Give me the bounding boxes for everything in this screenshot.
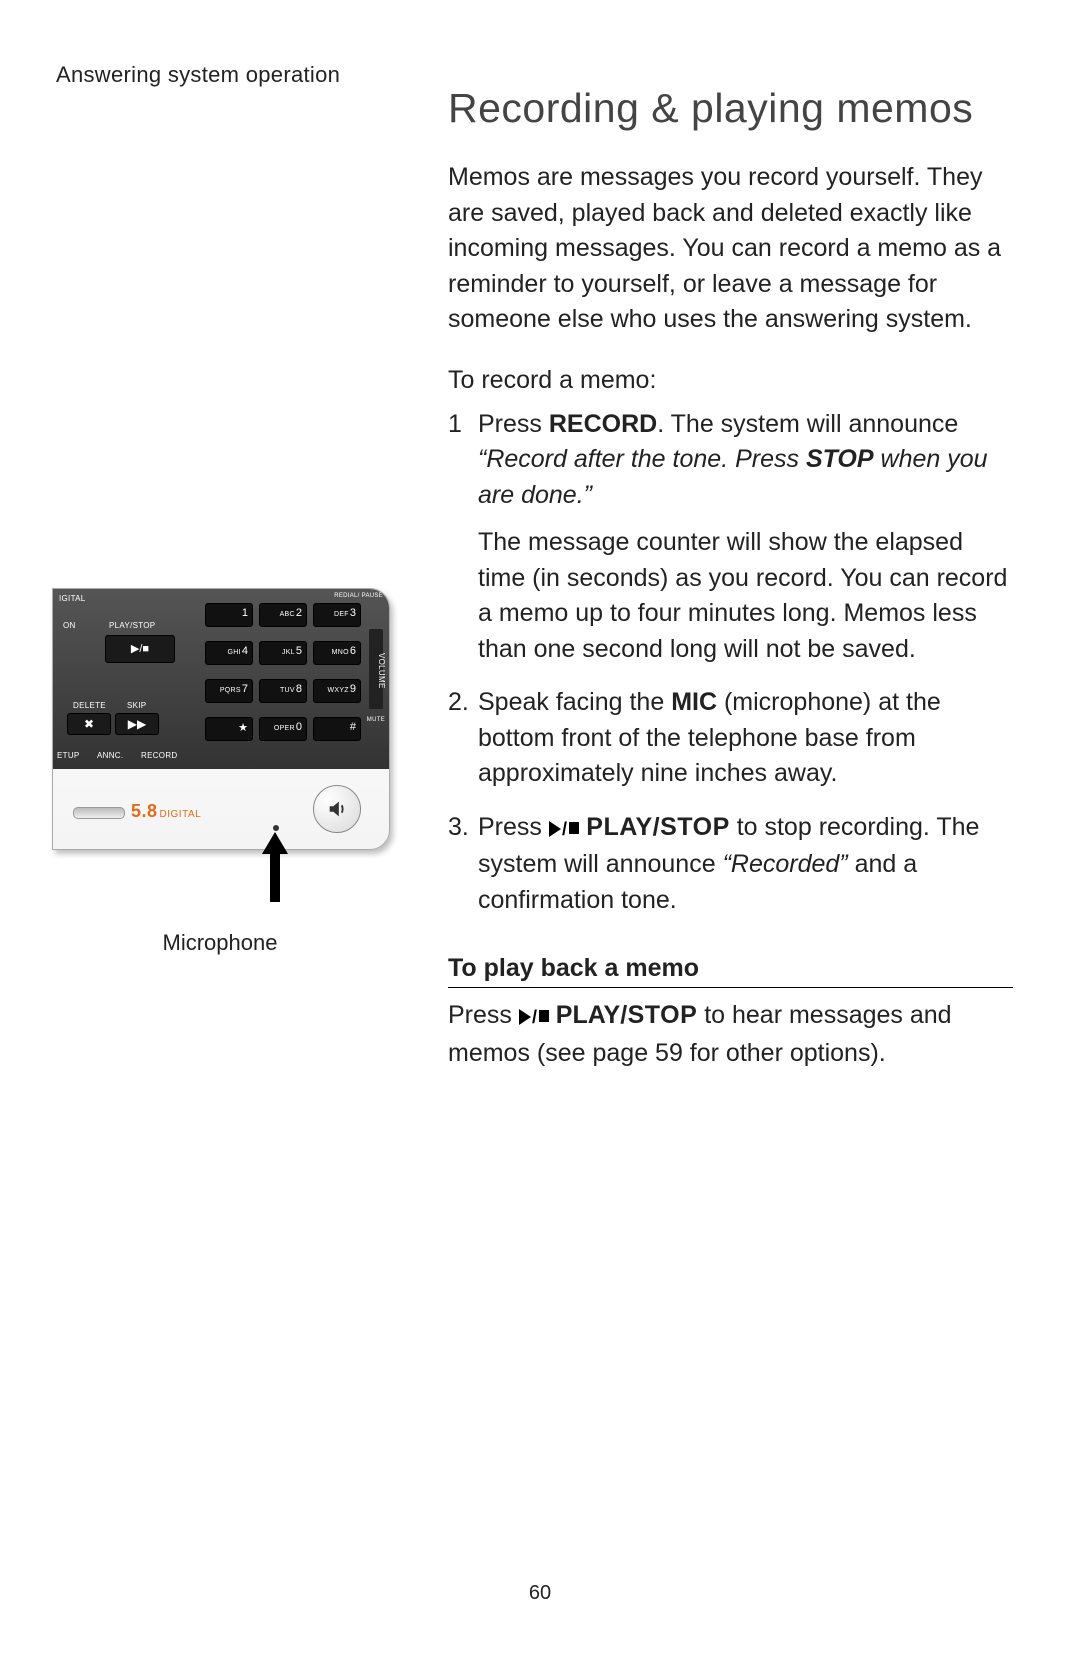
key-star: ★ <box>205 717 253 741</box>
running-head: Answering system operation <box>56 62 340 88</box>
label-on: ON <box>63 621 76 630</box>
label-playstop: PLAY/STOP <box>109 621 155 630</box>
key-8: TUV8 <box>259 679 307 703</box>
arrow-icon <box>262 832 288 902</box>
step-1: Press RECORD. The system will announce “… <box>448 407 1013 668</box>
microphone-caption: Microphone <box>52 930 388 956</box>
label-setup: ETUP <box>57 751 80 760</box>
brand-logo: 5.8DIGITAL <box>131 801 201 822</box>
page-number: 60 <box>0 1582 1080 1605</box>
label-mute: MUTE <box>367 717 385 723</box>
record-heading: To record a memo: <box>448 366 1013 395</box>
label-redial-pause: REDIAL/ PAUSE <box>334 593 383 599</box>
key-4: GHI4 <box>205 641 253 665</box>
key-7: PQRS7 <box>205 679 253 703</box>
svg-text:/: / <box>562 821 567 837</box>
step-2: Speak facing the MIC (microphone) at the… <box>448 685 1013 792</box>
key-0: OPER0 <box>259 717 307 741</box>
label-digital: IGITAL <box>59 595 86 603</box>
label-volume: VOLUME <box>377 653 386 689</box>
step-1-details: The message counter will show the elapse… <box>478 525 1013 667</box>
label-skip: SKIP <box>127 701 146 710</box>
key-3: DEF3 <box>313 603 361 627</box>
phone-base-illustration: IGITAL REDIAL/ PAUSE ON PLAY/STOP 1 ABC2… <box>52 588 390 850</box>
key-9: WXYZ9 <box>313 679 361 703</box>
play-stop-icon: / <box>549 812 579 848</box>
device-figure: IGITAL REDIAL/ PAUSE ON PLAY/STOP 1 ABC2… <box>52 588 388 956</box>
page-title: Recording & playing memos <box>448 85 1013 132</box>
svg-text:/: / <box>532 1009 537 1025</box>
play-stop-icon: / <box>519 1000 549 1036</box>
intro-paragraph: Memos are messages you record yourself. … <box>448 160 1013 338</box>
playstop-button: ▶/■ <box>105 635 175 663</box>
key-hash: # <box>313 717 361 741</box>
delete-button: ✖ <box>67 713 111 735</box>
label-delete: DELETE <box>73 701 106 710</box>
speaker-icon <box>313 785 361 833</box>
skip-button: ▶▶ <box>115 713 159 735</box>
step-3: Press / PLAY/STOP to stop recording. The… <box>448 810 1013 919</box>
playback-heading: To play back a memo <box>448 954 1013 988</box>
key-6: MNO6 <box>313 641 361 665</box>
key-2: ABC2 <box>259 603 307 627</box>
playback-paragraph: Press / PLAY/STOP to hear messages and m… <box>448 998 1013 1071</box>
label-annc: ANNC. <box>97 751 123 760</box>
label-record: RECORD <box>141 751 177 760</box>
microphone-dot <box>273 825 279 831</box>
slot <box>73 807 125 819</box>
key-1: 1 <box>205 603 253 627</box>
key-5: JKL5 <box>259 641 307 665</box>
